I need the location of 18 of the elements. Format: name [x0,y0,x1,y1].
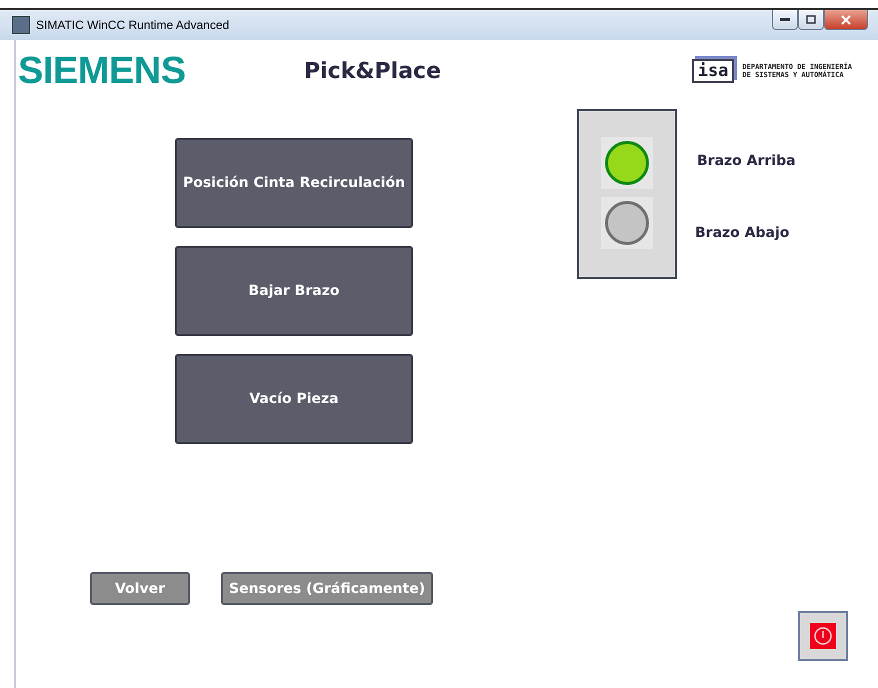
close-icon [841,14,851,24]
indicator-label: Brazo Abajo [695,225,790,241]
action-button[interactable]: Bajar Brazo [175,246,413,336]
power-icon [810,623,836,649]
minimize-icon [780,18,790,22]
page-title: Pick&Place [304,58,441,84]
power-button[interactable] [798,611,848,661]
close-button[interactable] [824,10,868,30]
maximize-button[interactable] [798,10,824,30]
action-button[interactable]: Posición Cinta Recirculación [175,138,413,228]
app-icon [12,16,30,34]
indicator-label: Brazo Arriba [697,153,796,169]
maximize-icon [806,15,816,24]
window-title: SIMATIC WinCC Runtime Advanced [36,18,230,32]
brand-logo: SIEMENS [18,50,187,92]
action-button[interactable]: Vacío Pieza [175,354,413,444]
logo-mark: isa [692,59,734,83]
minimize-button[interactable] [772,10,798,30]
